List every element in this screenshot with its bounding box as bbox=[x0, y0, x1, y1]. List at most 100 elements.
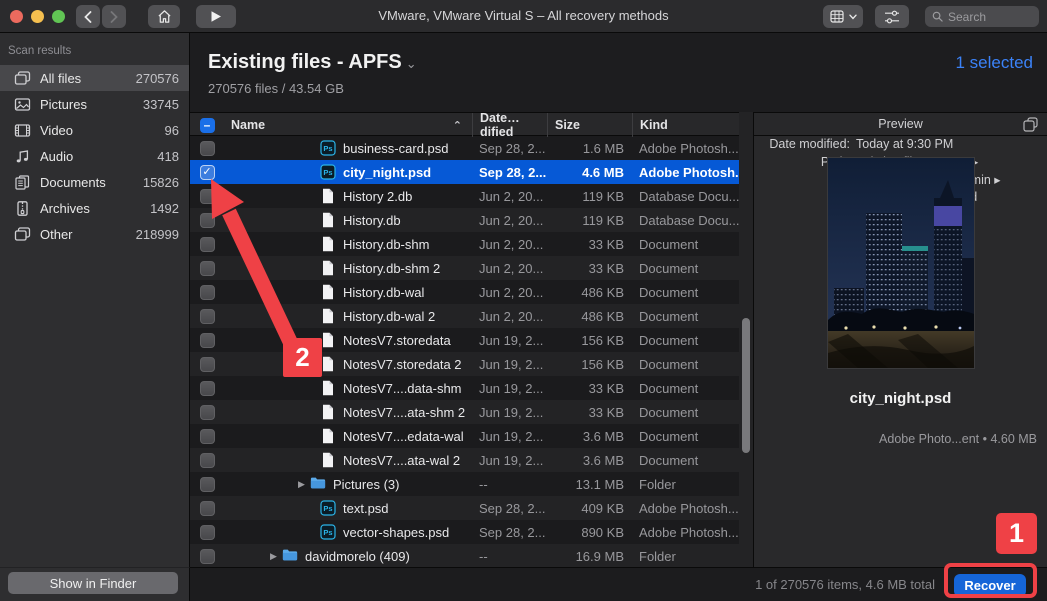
file-date: Sep 28, 2... bbox=[472, 501, 547, 516]
row-checkbox[interactable] bbox=[200, 501, 215, 516]
sidebar-item-all-files[interactable]: All files270576 bbox=[0, 65, 189, 91]
documents-icon bbox=[14, 174, 31, 191]
table-row[interactable]: Pstext.psdSep 28, 2...409 KBAdobe Photos… bbox=[190, 496, 739, 520]
sidebar-item-count: 418 bbox=[157, 149, 179, 164]
table-row[interactable]: History.db-shm 2Jun 2, 20...33 KBDocumen… bbox=[190, 256, 739, 280]
archives-icon bbox=[14, 200, 31, 217]
table-row[interactable]: ▶davidmorelo (409)--16.9 MBFolder bbox=[190, 544, 739, 567]
file-date: Jun 2, 20... bbox=[472, 213, 547, 228]
sidebar-item-archives[interactable]: Archives1492 bbox=[0, 195, 189, 221]
table-row[interactable]: History.db-wal 2Jun 2, 20...486 KBDocume… bbox=[190, 304, 739, 328]
preview-image bbox=[828, 158, 974, 368]
annotation-step-1-badge: 1 bbox=[996, 513, 1037, 554]
row-checkbox[interactable] bbox=[200, 357, 215, 372]
sidebar-item-label: Other bbox=[40, 227, 127, 242]
view-mode-button[interactable] bbox=[823, 5, 863, 28]
table-row[interactable]: History 2.dbJun 2, 20...119 KBDatabase D… bbox=[190, 184, 739, 208]
doc-file-icon bbox=[320, 380, 336, 396]
table-row[interactable]: NotesV7....edata-walJun 19, 2...3.6 MBDo… bbox=[190, 424, 739, 448]
table-row[interactable]: Psvector-shapes.psdSep 28, 2...890 KBAdo… bbox=[190, 520, 739, 544]
sidebar-item-audio[interactable]: Audio418 bbox=[0, 143, 189, 169]
row-checkbox[interactable] bbox=[200, 237, 215, 252]
row-checkbox[interactable] bbox=[200, 285, 215, 300]
row-checkbox[interactable] bbox=[200, 261, 215, 276]
open-preview-window-icon[interactable] bbox=[1023, 117, 1039, 133]
disclosure-triangle-icon[interactable]: ▶ bbox=[270, 551, 282, 562]
row-checkbox[interactable] bbox=[200, 453, 215, 468]
table-row[interactable]: History.db-shmJun 2, 20...33 KBDocument bbox=[190, 232, 739, 256]
file-name: History.db-shm 2 bbox=[343, 261, 440, 276]
sidebar-item-documents[interactable]: Documents15826 bbox=[0, 169, 189, 195]
table-row[interactable]: Psbusiness-card.psdSep 28, 2...1.6 MBAdo… bbox=[190, 136, 739, 160]
file-kind: Document bbox=[632, 285, 739, 300]
table-row[interactable]: History.dbJun 2, 20...119 KBDatabase Doc… bbox=[190, 208, 739, 232]
preview-panel: Preview bbox=[754, 112, 1047, 567]
search-input[interactable]: Search bbox=[925, 6, 1039, 27]
disclosure-triangle-icon[interactable]: ▶ bbox=[298, 479, 310, 490]
row-checkbox[interactable] bbox=[200, 381, 215, 396]
chevron-down-icon bbox=[849, 14, 857, 20]
doc-file-icon bbox=[320, 212, 336, 228]
file-date: Jun 19, 2... bbox=[472, 429, 547, 444]
sidebar-item-count: 96 bbox=[165, 123, 179, 138]
preview-filename: city_night.psd bbox=[754, 390, 1047, 407]
select-all-checkbox[interactable]: – bbox=[200, 118, 215, 133]
row-checkbox[interactable] bbox=[200, 525, 215, 540]
row-checkbox[interactable] bbox=[200, 141, 215, 156]
row-checkbox[interactable] bbox=[200, 549, 215, 564]
file-kind: Document bbox=[632, 429, 739, 444]
file-kind: Database Docu... bbox=[632, 189, 739, 204]
file-kind: Document bbox=[632, 309, 739, 324]
row-checkbox[interactable] bbox=[200, 477, 215, 492]
table-row[interactable]: NotesV7.storedataJun 19, 2...156 KBDocum… bbox=[190, 328, 739, 352]
file-size: 1.6 MB bbox=[547, 141, 632, 156]
file-kind: Folder bbox=[632, 477, 739, 492]
table-row[interactable]: NotesV7....data-shmJun 19, 2...33 KBDocu… bbox=[190, 376, 739, 400]
folder-file-icon bbox=[282, 548, 298, 564]
row-checkbox[interactable] bbox=[200, 429, 215, 444]
file-size: 156 KB bbox=[547, 357, 632, 372]
file-name: text.psd bbox=[343, 501, 389, 516]
psd-file-icon: Ps bbox=[320, 500, 336, 516]
show-in-finder-button[interactable]: Show in Finder bbox=[8, 572, 178, 594]
file-size: 409 KB bbox=[547, 501, 632, 516]
column-header-date[interactable]: Date…dified bbox=[472, 113, 547, 137]
sidebar-item-count: 1492 bbox=[150, 201, 179, 216]
row-checkbox[interactable] bbox=[200, 333, 215, 348]
date-modified-value: Today at 9:30 PM bbox=[856, 136, 1022, 154]
file-size: 33 KB bbox=[547, 405, 632, 420]
doc-file-icon bbox=[320, 452, 336, 468]
sidebar-item-video[interactable]: Video96 bbox=[0, 117, 189, 143]
table-row[interactable]: ▶Pictures (3)--13.1 MBFolder bbox=[190, 472, 739, 496]
row-checkbox[interactable] bbox=[200, 189, 215, 204]
column-header-name[interactable]: Name ⌃ bbox=[224, 113, 472, 137]
selected-count-label: 1 selected bbox=[956, 53, 1034, 73]
filter-button[interactable] bbox=[875, 5, 909, 28]
scrollbar-thumb[interactable] bbox=[742, 318, 750, 453]
file-size: 33 KB bbox=[547, 237, 632, 252]
table-row[interactable]: ✓Pscity_night.psdSep 28, 2...4.6 MBAdobe… bbox=[190, 160, 739, 184]
table-row[interactable]: NotesV7....ata-shm 2Jun 19, 2...33 KBDoc… bbox=[190, 400, 739, 424]
sidebar-item-pictures[interactable]: Pictures33745 bbox=[0, 91, 189, 117]
sidebar-item-other[interactable]: Other218999 bbox=[0, 221, 189, 247]
file-name: History.db-wal 2 bbox=[343, 309, 435, 324]
row-checkbox[interactable] bbox=[200, 405, 215, 420]
file-kind: Document bbox=[632, 405, 739, 420]
table-row[interactable]: NotesV7.storedata 2Jun 19, 2...156 KBDoc… bbox=[190, 352, 739, 376]
table-scrollbar[interactable] bbox=[739, 112, 753, 567]
file-size: 13.1 MB bbox=[547, 477, 632, 492]
file-name: Pictures (3) bbox=[333, 477, 399, 492]
row-checkbox[interactable] bbox=[200, 213, 215, 228]
doc-file-icon bbox=[320, 332, 336, 348]
row-checkbox[interactable]: ✓ bbox=[200, 165, 215, 180]
column-header-size[interactable]: Size bbox=[547, 113, 632, 137]
doc-file-icon bbox=[320, 308, 336, 324]
table-row[interactable]: History.db-walJun 2, 20...486 KBDocument bbox=[190, 280, 739, 304]
row-checkbox[interactable] bbox=[200, 309, 215, 324]
select-all-cell: – bbox=[190, 113, 224, 137]
sliders-icon bbox=[884, 10, 900, 24]
column-header-kind[interactable]: Kind bbox=[632, 113, 739, 137]
page-title[interactable]: Existing files - APFS⌄ bbox=[208, 51, 417, 74]
file-name: NotesV7....ata-wal 2 bbox=[343, 453, 460, 468]
table-row[interactable]: NotesV7....ata-wal 2Jun 19, 2...3.6 MBDo… bbox=[190, 448, 739, 472]
